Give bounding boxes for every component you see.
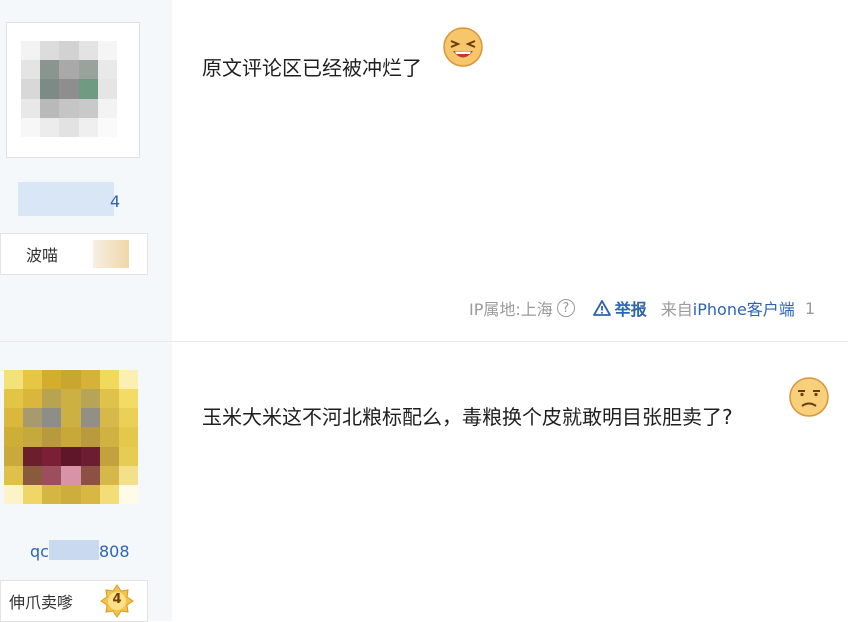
username-suffix: 808: [98, 542, 130, 561]
help-icon[interactable]: ?: [556, 299, 575, 317]
pixelated-avatar-image: [21, 41, 117, 137]
post-content: 原文评论区已经被冲烂了: [202, 56, 422, 80]
username-prefix: qc: [30, 542, 49, 561]
pixelated-avatar-image: [4, 370, 138, 504]
report-label: 举报: [614, 300, 647, 319]
avatar[interactable]: [6, 22, 140, 158]
post-content: 玉米大米这不河北粮标配么，毒粮换个皮就敢明目张胆卖了?: [202, 405, 733, 429]
username-redaction: [18, 182, 114, 216]
badge-label: 波喵: [26, 246, 59, 265]
post-divider: [0, 341, 848, 342]
badge-label: 伸爪卖嗲: [9, 593, 74, 612]
badge-level-icon: [93, 240, 129, 268]
fan-badge[interactable]: 波喵: [0, 233, 148, 275]
avatar[interactable]: [4, 370, 138, 504]
report-button[interactable]: 举报: [592, 296, 647, 320]
username-link[interactable]: 4: [110, 192, 120, 211]
level-star-icon: 4: [100, 584, 134, 618]
from-label: 来自: [660, 300, 693, 319]
post-meta: IP属地:上海 ? 举报 来自 iPhone客户端 1: [469, 296, 815, 320]
frowning-face-icon: [789, 377, 829, 417]
laughing-face-icon: [443, 27, 483, 67]
username-redaction: [48, 540, 99, 560]
username-link[interactable]: qc 808: [30, 540, 130, 561]
ip-location: IP属地:上海: [469, 300, 553, 319]
device-link[interactable]: iPhone客户端: [693, 296, 795, 320]
floor-number: 1: [804, 298, 815, 318]
warning-icon: [592, 300, 611, 316]
level-number: 4: [112, 592, 122, 607]
